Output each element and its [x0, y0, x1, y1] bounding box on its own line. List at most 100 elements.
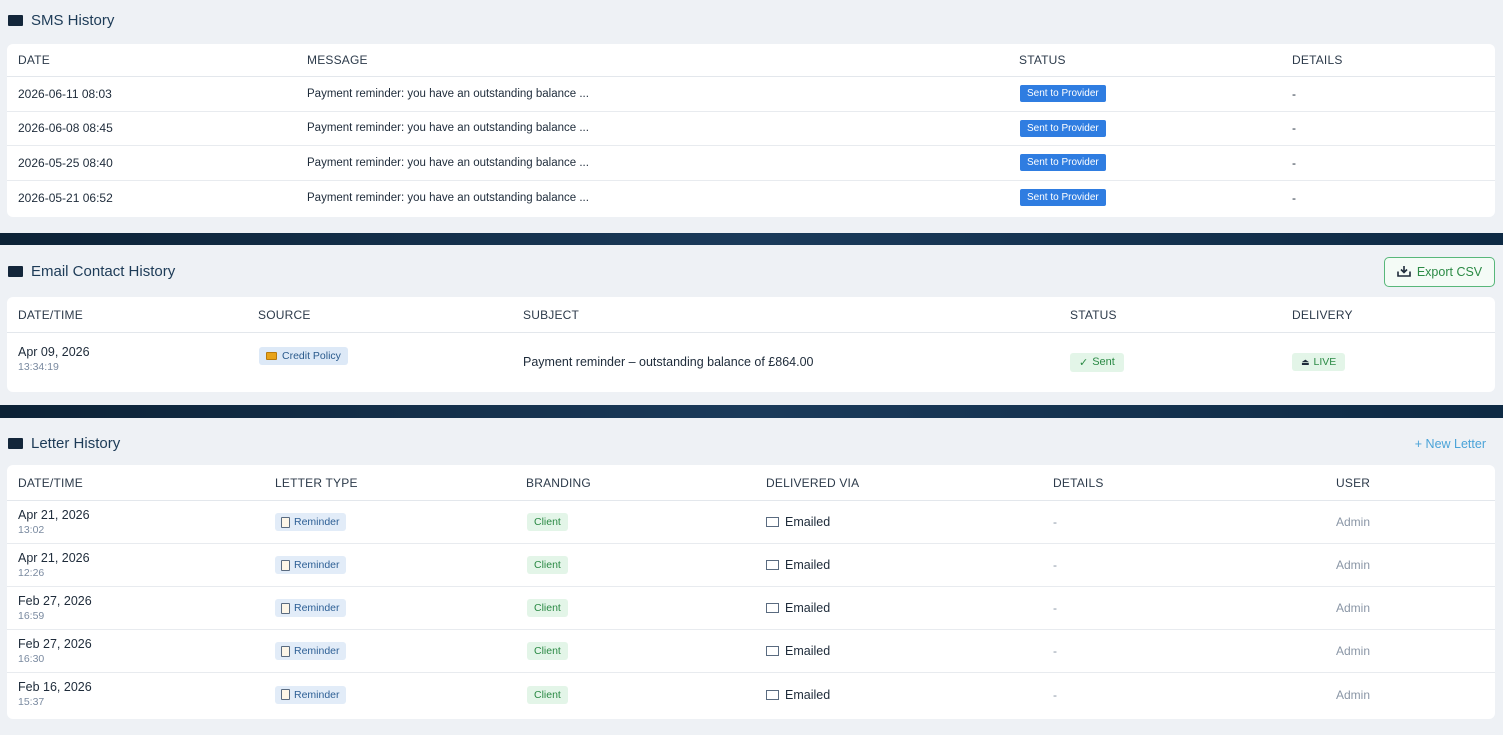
header-delivery: DELIVERY [1292, 307, 1353, 322]
header-user: USER [1336, 475, 1371, 490]
email-table-header: DATE/TIME SOURCE SUBJECT STATUS DELIVERY [7, 297, 1495, 333]
delivered-via: Emailed [766, 688, 830, 702]
branding-badge: Client [527, 556, 568, 574]
letter-datetime: Feb 16, 2026 15:37 [18, 680, 92, 708]
envelope-icon [766, 689, 779, 700]
delivered-via: Emailed [766, 601, 830, 615]
branding-badge: Client [527, 599, 568, 617]
letter-type-badge: Reminder [275, 642, 346, 660]
letter-history-title: Letter History [31, 435, 121, 452]
email-time: 13:34:19 [18, 361, 59, 373]
document-icon [281, 516, 290, 528]
email-datetime: Apr 09, 2026 13:34:19 [18, 345, 90, 373]
letter-details: - [1053, 558, 1057, 572]
envelope-icon [766, 517, 779, 527]
delivery-badge: ⏏ LIVE [1292, 353, 1346, 371]
letter-time: 12:26 [18, 567, 45, 579]
header-message: MESSAGE [307, 53, 368, 67]
sms-message: Payment reminder: you have an outstandin… [307, 156, 589, 169]
branding-badge: Client [527, 513, 568, 531]
letter-date: Feb 27, 2026 [18, 594, 92, 608]
status-label: Sent [1092, 356, 1115, 368]
letter-date: Feb 27, 2026 [18, 637, 92, 651]
source-label: Credit Policy [282, 350, 341, 362]
header-branding: BRANDING [526, 475, 591, 490]
sms-date: 2026-06-11 08:03 [18, 86, 112, 101]
source-badge: Credit Policy [259, 347, 348, 365]
section-square-icon [8, 438, 23, 449]
letter-user: Admin [1336, 601, 1371, 615]
letter-type-label: Reminder [294, 645, 340, 657]
sms-history-heading: SMS History [8, 12, 114, 29]
letter-details: - [1053, 601, 1057, 615]
sms-history-section: SMS History DATE MESSAGE STATUS DETAILS … [0, 0, 1503, 233]
new-letter-link[interactable]: + New Letter [1415, 437, 1486, 451]
letter-details: - [1053, 515, 1057, 529]
sms-details: - [1292, 86, 1296, 101]
letter-type-label: Reminder [294, 516, 340, 528]
sms-date: 2026-05-25 08:40 [18, 155, 113, 170]
sms-date: 2026-05-21 06:52 [18, 190, 113, 205]
document-icon [281, 559, 290, 571]
letter-time: 16:30 [18, 653, 45, 665]
sms-details: - [1292, 190, 1296, 205]
email-history-table: DATE/TIME SOURCE SUBJECT STATUS DELIVERY… [7, 297, 1495, 392]
letter-type-badge: Reminder [275, 685, 346, 704]
letter-datetime: Apr 21, 2026 12:26 [18, 551, 90, 579]
letter-table-row: Apr 21, 2026 12:26 Reminder Client Emailed - A… [7, 544, 1495, 587]
sms-history-title: SMS History [31, 12, 115, 29]
section-square-icon [8, 266, 23, 277]
sms-table-row: 2026-06-11 08:03 Payment reminder: you ha… [7, 77, 1495, 112]
delivered-via: Emailed [766, 644, 830, 658]
delivered-via: Emailed [766, 558, 830, 572]
section-square-icon [8, 15, 23, 26]
email-subject: Payment reminder – outstanding balance o… [523, 355, 814, 369]
email-date: Apr 09, 2026 [18, 345, 90, 359]
sms-details: - [1292, 121, 1296, 136]
header-details: DETAILS [1053, 475, 1104, 490]
email-history-heading: Email Contact History [8, 263, 175, 280]
letter-time: 13:02 [18, 524, 45, 536]
export-csv-button[interactable]: Export CSV [1384, 257, 1495, 287]
sms-table-row: 2026-06-08 08:45 Payment reminder: you ha… [7, 112, 1495, 146]
delivered-via-label: Emailed [785, 687, 831, 702]
header-details: DETAILS [1292, 53, 1343, 67]
letter-date: Apr 21, 2026 [18, 508, 90, 522]
branding-badge: Client [527, 685, 568, 704]
download-tray-icon [1397, 265, 1411, 280]
status-badge: Sent to Provider [1020, 119, 1106, 137]
sms-message: Payment reminder: you have an outstandin… [307, 122, 589, 135]
header-datetime: DATE/TIME [18, 475, 83, 490]
header-source: SOURCE [258, 307, 311, 322]
status-badge: Sent to Provider [1020, 189, 1106, 207]
header-datetime: DATE/TIME [18, 307, 83, 322]
upload-tray-icon: ⏏ [1301, 356, 1310, 367]
email-history-title: Email Contact History [31, 263, 176, 280]
status-badge: Sent to Provider [1020, 154, 1106, 172]
letter-datetime: Feb 27, 2026 16:30 [18, 637, 92, 665]
delivery-label: LIVE [1313, 356, 1337, 368]
check-icon: ✓ [1079, 356, 1089, 369]
sms-history-table: DATE MESSAGE STATUS DETAILS 2026-06-11 0… [7, 44, 1495, 217]
letter-history-table: DATE/TIME LETTER TYPE BRANDING DELIVERED… [7, 465, 1495, 719]
letter-details: - [1053, 644, 1057, 658]
letter-table-header: DATE/TIME LETTER TYPE BRANDING DELIVERED… [7, 465, 1495, 501]
delivered-via-label: Emailed [785, 644, 831, 658]
export-csv-label: Export CSV [1416, 265, 1483, 279]
envelope-icon [766, 646, 779, 656]
letter-type-label: Reminder [294, 559, 340, 571]
letter-date: Feb 16, 2026 [18, 680, 92, 694]
letter-type-label: Reminder [294, 602, 340, 614]
letter-table-row: Feb 27, 2026 16:30 Reminder Client Emailed - A… [7, 630, 1495, 673]
sms-message: Payment reminder: you have an outstandin… [307, 191, 589, 204]
letter-user: Admin [1336, 687, 1371, 702]
header-date: DATE [18, 53, 50, 67]
document-icon [281, 645, 290, 657]
delivered-via-label: Emailed [785, 515, 831, 529]
header-letter-type: LETTER TYPE [275, 475, 358, 490]
sms-table-row: 2026-05-25 08:40 Payment reminder: you ha… [7, 146, 1495, 181]
section-divider [0, 233, 1503, 245]
document-icon [281, 602, 290, 614]
letter-details: - [1053, 687, 1057, 702]
delivered-via: Emailed [766, 515, 830, 529]
